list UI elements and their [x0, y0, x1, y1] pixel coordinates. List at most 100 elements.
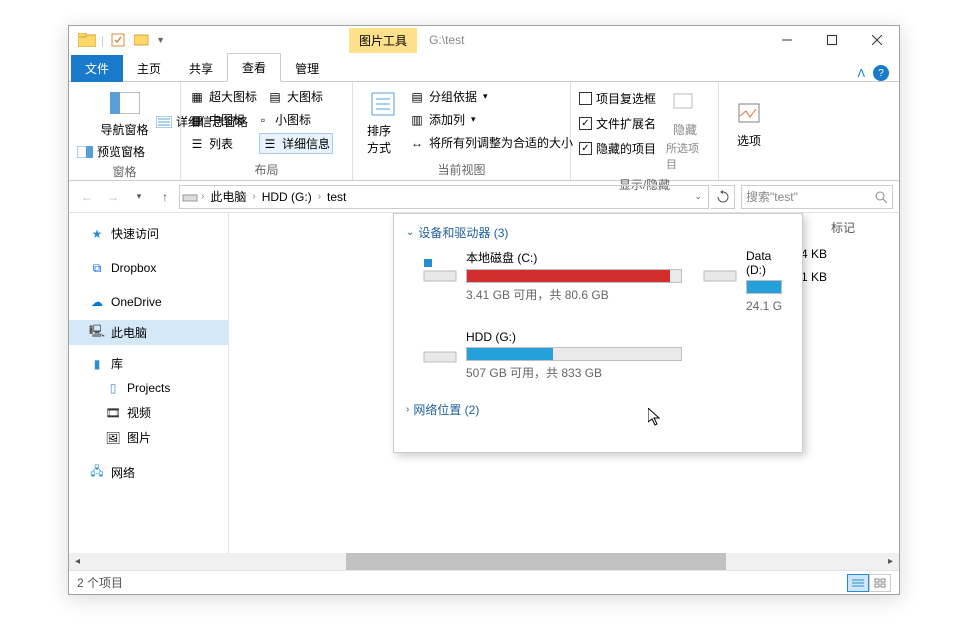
crumb-pc[interactable]: 此电脑 — [207, 188, 249, 205]
drive-c[interactable]: 本地磁盘 (C:) 3.41 GB 可用，共 80.6 GB — [422, 249, 682, 314]
refresh-button[interactable] — [711, 185, 735, 209]
properties-icon[interactable] — [108, 30, 128, 50]
sort-icon — [367, 88, 399, 120]
crumb-folder[interactable]: test — [324, 190, 349, 204]
scroll-thumb[interactable] — [346, 553, 726, 570]
checkbox-checked-icon: ✓ — [579, 142, 592, 155]
large-icon: ▤ — [267, 89, 283, 105]
layout-list[interactable]: ☰列表 — [187, 133, 253, 154]
titlebar: | ▼ 图片工具 G:\test — [69, 26, 899, 54]
hidden-items[interactable]: ✓隐藏的项目 — [577, 139, 658, 158]
layout-small[interactable]: ▫小图标 — [253, 110, 323, 129]
tab-file[interactable]: 文件 — [71, 55, 123, 82]
addcolumn-icon: ▥ — [409, 112, 425, 128]
tree-network[interactable]: 🖧网络 — [69, 460, 228, 485]
sizecolumns-button[interactable]: ↔将所有列调整为合适的大小 — [407, 133, 575, 152]
devices-header[interactable]: ⌄设备和驱动器 (3) — [406, 224, 790, 241]
close-button[interactable] — [854, 26, 899, 54]
tab-view[interactable]: 查看 — [227, 53, 281, 82]
collapse-ribbon-icon[interactable]: ᐱ — [857, 67, 865, 80]
star-icon: ★ — [89, 226, 105, 242]
addcolumn-button[interactable]: ▥添加列▾ — [407, 110, 575, 129]
tree-video[interactable]: 🎞视频 — [69, 400, 228, 425]
navigation-tree[interactable]: ★快速访问 ⧉Dropbox ☁OneDrive 🖳此电脑 ▮库 ▯Projec… — [69, 213, 229, 553]
details-view-mode[interactable] — [847, 574, 869, 592]
onedrive-icon: ☁ — [89, 294, 105, 310]
col-tag[interactable]: 标记 — [823, 219, 863, 236]
groupby-button[interactable]: ▤分组依据▾ — [407, 87, 575, 106]
item-checkboxes[interactable]: 项目复选框 — [577, 89, 658, 108]
tab-home[interactable]: 主页 — [123, 55, 175, 82]
scroll-left-icon[interactable]: ◂ — [69, 556, 86, 567]
chevron-right-icon: › — [406, 404, 409, 415]
crumb-drive[interactable]: HDD (G:) — [259, 190, 315, 204]
tree-this-pc[interactable]: 🖳此电脑 — [69, 320, 228, 345]
ribbon-tabs: 文件 主页 共享 查看 管理 ᐱ ? — [69, 54, 899, 82]
explorer-window: | ▼ 图片工具 G:\test 文件 主页 共享 查看 管理 ᐱ ? — [68, 25, 900, 595]
item-count: 2 个项目 — [77, 574, 123, 591]
navigation-pane-icon — [109, 87, 141, 119]
sort-button[interactable]: 排序方式 — [359, 85, 407, 159]
pictures-icon: 🖼 — [105, 430, 121, 446]
preview-pane-icon — [77, 144, 93, 160]
tree-dropbox[interactable]: ⧉Dropbox — [69, 256, 228, 280]
status-bar: 2 个项目 — [69, 570, 899, 594]
icons-view-mode[interactable] — [869, 574, 891, 592]
recent-dropdown[interactable]: ▾ — [127, 185, 151, 209]
drive-icon — [702, 249, 738, 285]
xlarge-icon: ▦ — [189, 89, 205, 105]
list-icon: ☰ — [189, 136, 205, 152]
tab-share[interactable]: 共享 — [175, 55, 227, 82]
sizecolumns-icon: ↔ — [409, 135, 425, 151]
groupby-icon: ▤ — [409, 89, 425, 105]
search-field[interactable]: 搜索"test" — [741, 185, 893, 209]
file-list[interactable]: 类型 大小 标记 PNG 图像 14 KB PNG 图像 11 KB ⌄设备和驱… — [229, 213, 899, 553]
layout-large[interactable]: ▤大图标 — [265, 87, 325, 106]
checkbox-checked-icon: ✓ — [579, 117, 592, 130]
search-placeholder: 搜索"test" — [746, 188, 798, 205]
details-pane-button[interactable]: 详细信息窗格 — [154, 112, 250, 131]
library-icon: ▮ — [89, 356, 105, 372]
tree-onedrive[interactable]: ☁OneDrive — [69, 290, 228, 314]
drive-g[interactable]: HDD (G:) 507 GB 可用，共 833 GB — [422, 330, 682, 381]
preview-pane-button[interactable]: 预览窗格 — [75, 142, 174, 161]
tree-library[interactable]: ▮库 — [69, 351, 228, 376]
drive-icon — [182, 189, 198, 205]
group-layout-label: 布局 — [187, 159, 346, 180]
back-button[interactable]: ← — [75, 185, 99, 209]
drive-icon — [422, 249, 458, 285]
options-icon — [733, 98, 765, 130]
tree-projects[interactable]: ▯Projects — [69, 376, 228, 400]
help-icon[interactable]: ? — [873, 65, 889, 81]
layout-xlarge[interactable]: ▦超大图标 — [187, 87, 259, 106]
minimize-button[interactable] — [764, 26, 809, 54]
hide-selected-button[interactable]: 隐藏 所选项目 — [658, 85, 712, 174]
layout-details[interactable]: ☰详细信息 — [259, 133, 333, 154]
drive-icon — [422, 330, 458, 366]
drive-d[interactable]: Data (D:) 24.1 GB 可用，共 — [702, 249, 782, 314]
ribbon: 导航窗格 预览窗格 详细信息窗格 窗格 ▦超大图标 ▤大图标 ▦中 — [69, 82, 899, 181]
maximize-button[interactable] — [809, 26, 854, 54]
horizontal-scrollbar[interactable]: ◂ ▸ — [69, 553, 899, 570]
group-panes-label: 窗格 — [75, 161, 174, 182]
address-dropdown-icon[interactable]: ⌄ — [694, 191, 706, 202]
file-extensions[interactable]: ✓文件扩展名 — [577, 114, 658, 133]
qat-separator: | — [101, 33, 104, 47]
scroll-right-icon[interactable]: ▸ — [882, 556, 899, 567]
options-button[interactable]: 选项 — [725, 85, 773, 162]
qat-dropdown-icon[interactable]: ▼ — [156, 35, 165, 45]
picture-tools-tab[interactable]: 图片工具 — [349, 28, 417, 53]
new-folder-icon[interactable] — [132, 30, 152, 50]
window-title: G:\test — [429, 33, 464, 47]
address-field[interactable]: › 此电脑 › HDD (G:) › test ⌄ — [179, 185, 709, 209]
network-locations-header[interactable]: ›网络位置 (2) — [406, 401, 790, 418]
small-icon: ▫ — [255, 112, 271, 128]
details-pane-icon — [156, 114, 172, 130]
hide-icon — [669, 87, 701, 119]
checkbox-icon — [579, 92, 592, 105]
tree-quick-access[interactable]: ★快速访问 — [69, 221, 228, 246]
forward-button[interactable]: → — [101, 185, 125, 209]
tree-pictures[interactable]: 🖼图片 — [69, 425, 228, 450]
up-button[interactable]: ↑ — [153, 185, 177, 209]
tab-manage[interactable]: 管理 — [281, 55, 333, 82]
